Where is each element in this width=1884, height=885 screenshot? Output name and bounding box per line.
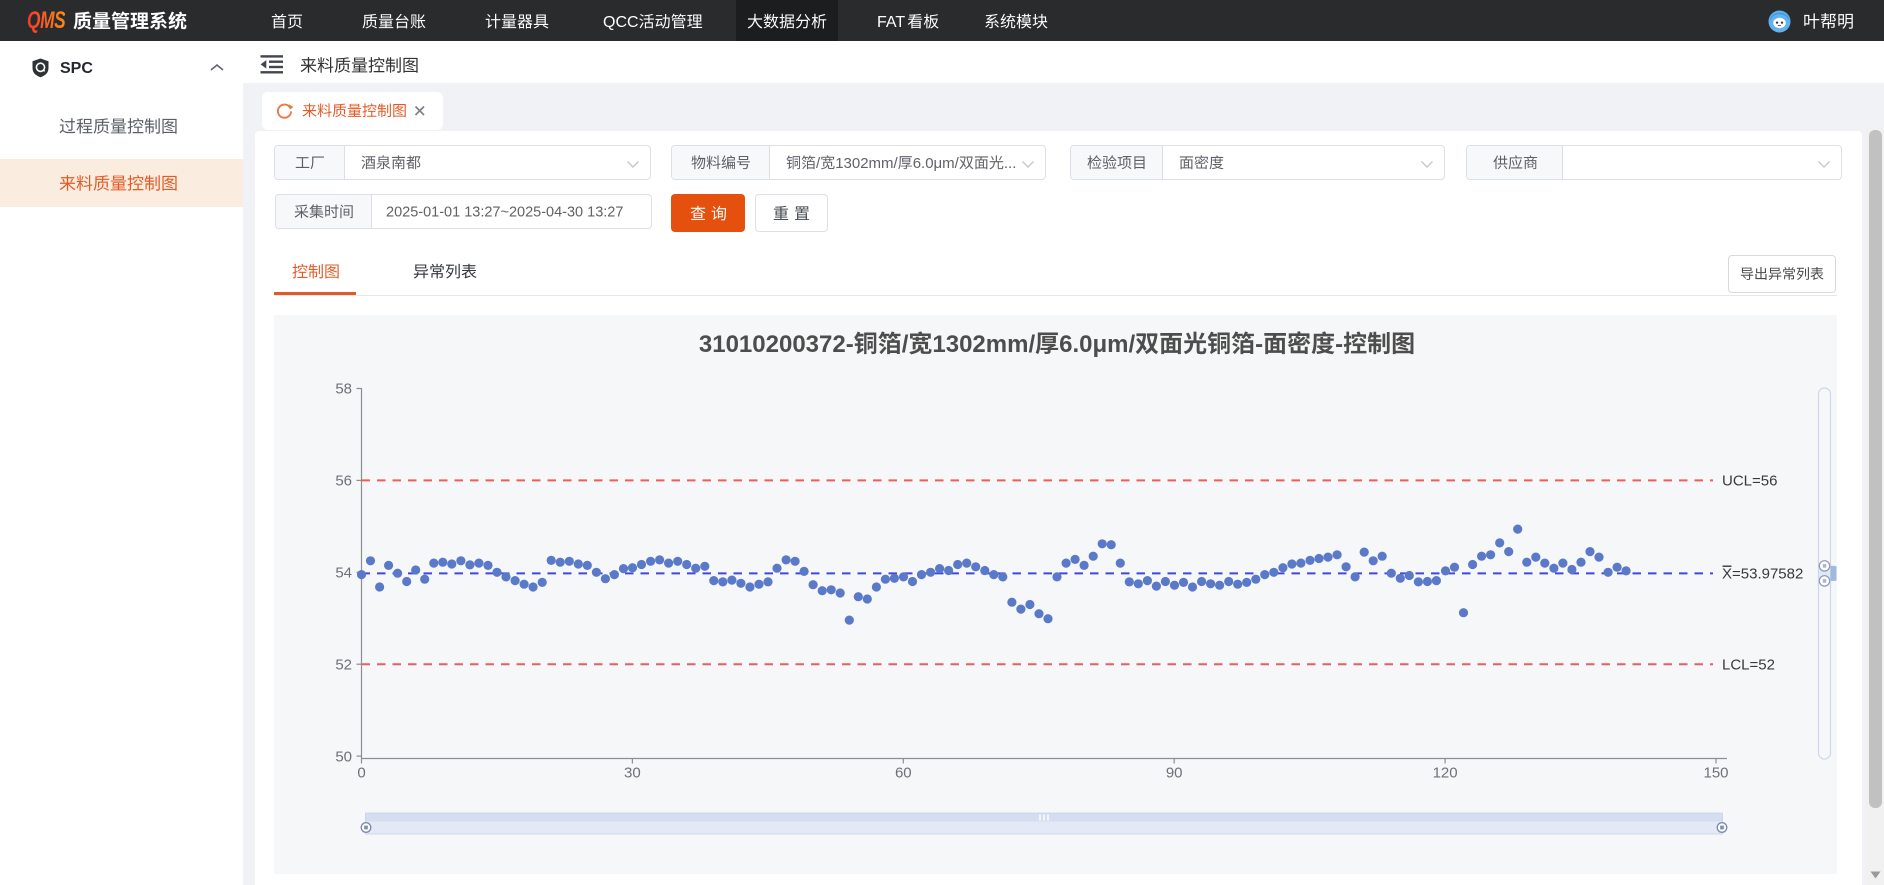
svg-text:LCL=52: LCL=52 [1722,656,1775,673]
svg-text:/: / [816,155,821,172]
svg-text:31010200372-: 31010200372- [699,331,854,358]
svg-text:6.0μm/: 6.0μm/ [1059,331,1135,358]
svg-text:...: ... [1004,155,1017,172]
svg-text:54: 54 [335,565,352,582]
svg-text:1302mm/: 1302mm/ [835,155,898,172]
svg-text:2025-01-01 13:27~2025-04-30 13: 2025-01-01 13:27~2025-04-30 13:27 [386,205,623,221]
svg-text:FAT: FAT [877,14,905,31]
svg-text:150: 150 [1703,765,1728,782]
svg-text:X=53.97582: X=53.97582 [1722,566,1803,583]
svg-text:1302mm/: 1302mm/ [932,331,1035,358]
svg-text:30: 30 [624,765,641,782]
svg-text:0: 0 [357,765,365,782]
svg-text:SPC: SPC [60,60,93,77]
svg-text:52: 52 [335,656,352,673]
svg-text:/: / [902,331,909,358]
svg-text:56: 56 [335,473,352,490]
svg-text:-: - [1335,331,1343,358]
svg-text:-: - [1255,331,1263,358]
svg-text:50: 50 [335,748,352,765]
svg-text:90: 90 [1166,765,1183,782]
svg-text:120: 120 [1433,765,1458,782]
svg-text:QCC: QCC [603,14,639,31]
svg-text:58: 58 [335,381,352,398]
svg-text:6.0μm/: 6.0μm/ [913,155,960,172]
svg-text:60: 60 [895,765,912,782]
svg-text:UCL=56: UCL=56 [1722,473,1777,490]
